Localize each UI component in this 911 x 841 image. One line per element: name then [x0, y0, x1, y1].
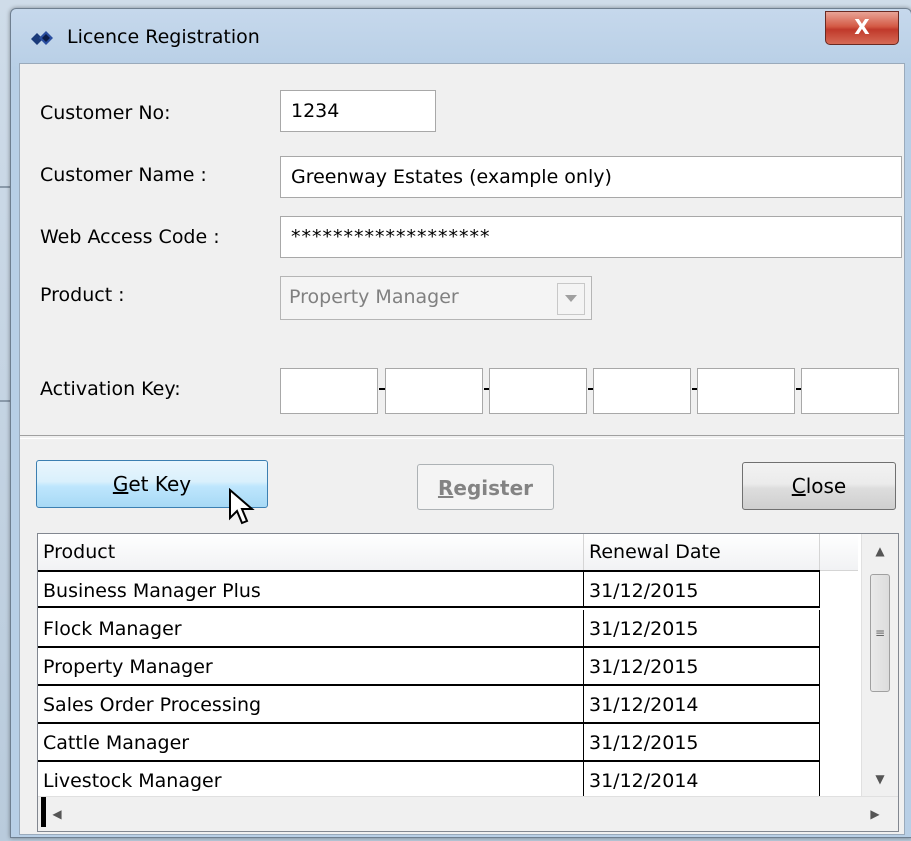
activation-key-segment-1[interactable] [280, 368, 378, 414]
product-dropdown-value: Property Manager [289, 286, 459, 308]
cell-renewal-date: 31/12/2015 [584, 724, 820, 762]
customer-no-input[interactable]: 1234 [280, 90, 436, 132]
table-row[interactable]: Livestock Manager 31/12/2014 [38, 762, 858, 800]
register-label: egister [453, 476, 534, 500]
cell-renewal-date: 31/12/2015 [584, 610, 820, 648]
cell-renewal-date: 31/12/2015 [584, 648, 820, 686]
vertical-scrollbar[interactable]: ▲ ≡ ▼ [861, 534, 898, 796]
app-icon [31, 31, 53, 45]
cell-product: Business Manager Plus [38, 570, 584, 608]
product-dropdown[interactable]: Property Manager [280, 276, 592, 320]
table-row[interactable]: Business Manager Plus 31/12/2015 [38, 570, 858, 608]
activation-key-segment-4[interactable] [593, 368, 691, 414]
table-row[interactable]: Sales Order Processing 31/12/2014 [38, 686, 858, 724]
scroll-up-icon[interactable]: ▲ [862, 534, 898, 568]
row-indicator [41, 797, 46, 827]
dialog-client-area: Customer No: 1234 Customer Name : Greenw… [19, 63, 905, 835]
mouse-pointer-icon [229, 488, 255, 525]
cell-product: Livestock Manager [38, 762, 584, 800]
horizontal-scrollbar[interactable]: ◀ ▶ [38, 796, 898, 831]
cell-product: Sales Order Processing [38, 686, 584, 724]
cell-product: Flock Manager [38, 610, 584, 648]
window-title: Licence Registration [67, 26, 260, 48]
cell-renewal-date: 31/12/2014 [584, 762, 820, 800]
activation-key-segment-5[interactable] [697, 368, 795, 414]
register-button[interactable]: Register [417, 464, 554, 510]
activation-key-segment-2[interactable] [385, 368, 483, 414]
column-header-product[interactable]: Product [38, 534, 584, 570]
cell-renewal-date: 31/12/2014 [584, 686, 820, 724]
close-button[interactable]: Close [742, 462, 896, 510]
cell-product: Cattle Manager [38, 724, 584, 762]
customer-name-label: Customer Name : [40, 164, 207, 186]
scroll-left-icon[interactable]: ◀ [42, 797, 72, 831]
web-access-code-label: Web Access Code : [40, 226, 220, 248]
customer-no-label: Customer No: [40, 102, 171, 124]
register-mnemonic: R [437, 476, 454, 500]
web-access-code-input[interactable]: ******************* [280, 216, 902, 258]
get-key-label: et Key [128, 472, 192, 496]
activation-key-segment-6[interactable] [801, 368, 899, 414]
column-header-renewal-date[interactable]: Renewal Date [584, 534, 820, 570]
grid-header: Product Renewal Date [38, 534, 858, 571]
window-close-button[interactable]: X [825, 11, 899, 45]
table-row[interactable]: Flock Manager 31/12/2015 [38, 610, 858, 648]
scroll-right-icon[interactable]: ▶ [860, 797, 890, 831]
title-bar[interactable]: Licence Registration X [11, 9, 911, 65]
activation-key-segment-3[interactable] [489, 368, 587, 414]
chevron-down-icon[interactable] [557, 283, 585, 315]
cell-renewal-date: 31/12/2015 [584, 570, 820, 608]
close-mnemonic: C [791, 474, 806, 498]
product-label: Product : [40, 284, 125, 306]
customer-name-input[interactable]: Greenway Estates (example only) [280, 156, 902, 198]
close-icon: X [854, 15, 870, 39]
cell-product: Property Manager [38, 648, 584, 686]
table-row[interactable]: Cattle Manager 31/12/2015 [38, 724, 858, 762]
table-row[interactable]: Property Manager 31/12/2015 [38, 648, 858, 686]
scroll-down-icon[interactable]: ▼ [862, 762, 898, 796]
section-divider [20, 435, 904, 439]
get-key-mnemonic: G [112, 472, 129, 496]
activation-key-label: Activation Key: [40, 378, 181, 400]
licence-grid[interactable]: Product Renewal Date Business Manager Pl… [37, 533, 899, 832]
scroll-thumb[interactable]: ≡ [870, 574, 890, 692]
licence-registration-window: Licence Registration X Customer No: 1234… [10, 8, 911, 838]
close-label: lose [805, 474, 847, 498]
